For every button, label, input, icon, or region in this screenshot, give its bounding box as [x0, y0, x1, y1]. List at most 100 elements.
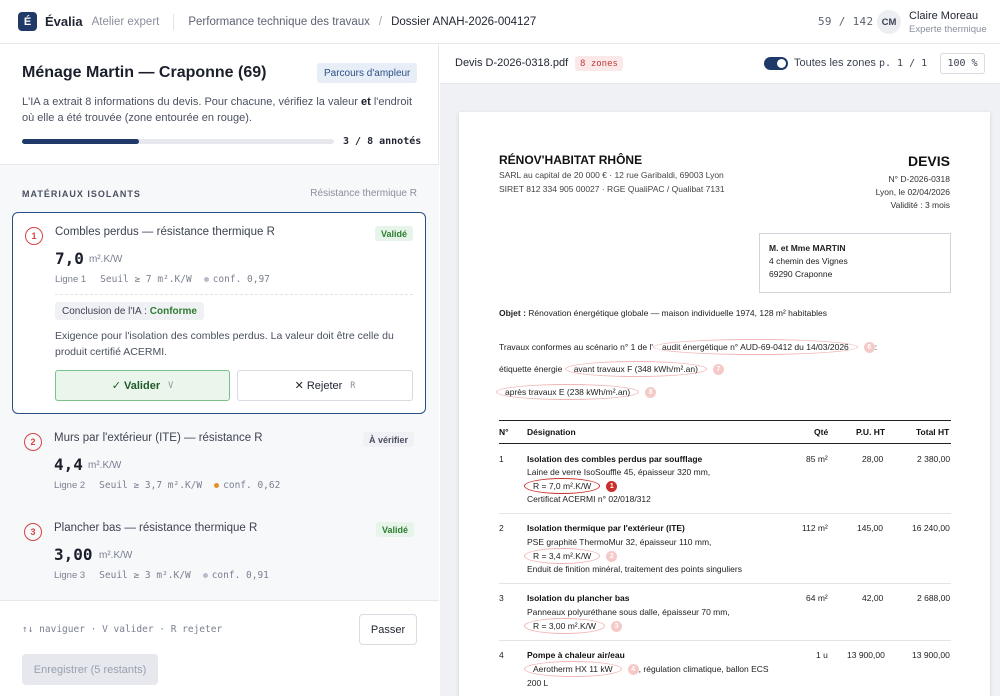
- zone-r-ite[interactable]: R = 3,4 m².K/W: [524, 548, 601, 564]
- item-title: Murs par l'extérieur (ITE) — résistance …: [54, 432, 263, 444]
- item-confidence: conf. 0,62: [223, 480, 281, 491]
- confidence-dot: [214, 483, 220, 488]
- row-divider: [499, 640, 951, 641]
- col-header-qty: Qté: [814, 427, 829, 437]
- item-unit: m².K/W: [88, 460, 122, 471]
- instructions: L'IA a extrait 8 informations du devis. …: [22, 96, 413, 124]
- ia-conclusion: Conclusion de l'IA : Conforme: [55, 302, 204, 320]
- item-title: Combles perdus — résistance thermique R: [55, 226, 275, 238]
- annotation-panel: Ménage Martin — Craponne (69) Parcours d…: [0, 44, 439, 696]
- save-button[interactable]: Enregistrer (5 restants): [22, 654, 158, 685]
- breadcrumb-separator: /: [378, 15, 383, 28]
- item-meta: Ligne 3 Seuil ≥ 3 m².K/W conf. 0,91: [54, 570, 269, 581]
- document-page: RÉNOV'HABITAT RHÔNE SARL au capital de 2…: [459, 112, 990, 696]
- item-line: Ligne 2: [54, 480, 86, 491]
- after-line: après travaux E (238 kWh/m².an) 8: [496, 384, 657, 400]
- item-title: Plancher bas — résistance thermique R: [54, 522, 258, 534]
- progress-label: 3 / 8 annotés: [343, 136, 422, 147]
- progress-bar: [22, 139, 334, 144]
- item-meta: Ligne 2 Seuil ≥ 3,7 m².K/W conf. 0,62: [54, 480, 280, 491]
- scenario-line: Travaux conformes au scénario n° 1 de l'…: [499, 339, 877, 355]
- page-indicator: p. 1 / 1: [879, 58, 928, 69]
- col-header-designation: Désignation: [527, 427, 576, 437]
- zone-number: 6: [863, 342, 875, 354]
- keyboard-hint: ↑↓ naviguer · V valider · R rejeter: [22, 624, 223, 635]
- company-line-2: SIRET 812 334 905 00027 · RGE QualiPAC /…: [499, 184, 725, 194]
- item-line: Ligne 3: [54, 570, 86, 581]
- shortcut-v: V: [168, 380, 174, 391]
- devis-validity: Validité : 3 mois: [890, 200, 950, 210]
- parcours-badge: Parcours d'ampleur: [317, 63, 418, 83]
- zone-audit[interactable]: audit énergétique n° AUD-69-0412 du 14/0…: [653, 339, 858, 355]
- validate-button[interactable]: ✓ Valider V: [55, 370, 230, 401]
- zone-etiquette-apres[interactable]: après travaux E (238 kWh/m².an): [496, 384, 640, 400]
- item-meta: Ligne 1 Seuil ≥ 7 m².K/W conf. 0,97: [55, 274, 270, 285]
- items-list: MATÉRIAUX ISOLANTS Résistance thermique …: [0, 165, 439, 600]
- zone-number: 3: [611, 621, 623, 633]
- dossier-counter: 59 / 142: [818, 15, 874, 28]
- progress-fill: [22, 139, 139, 144]
- confidence-dot: [202, 573, 208, 578]
- table-top-rule: [499, 420, 951, 421]
- status-badge: Validé: [374, 226, 413, 241]
- item-ite[interactable]: 2 Murs par l'extérieur (ITE) — résistanc…: [12, 419, 426, 499]
- company-name: RÉNOV'HABITAT RHÔNE: [499, 153, 643, 167]
- ia-explanation: Exigence pour l'isolation des combles pe…: [55, 330, 394, 358]
- col-header-pu: P.U. HT: [856, 427, 886, 437]
- user-role: Experte thermique: [909, 24, 987, 35]
- item-value: 7,0: [55, 249, 84, 268]
- skip-button[interactable]: Passer: [359, 614, 417, 645]
- section-title: MATÉRIAUX ISOLANTS: [22, 189, 141, 199]
- col-header-total: Total HT: [916, 427, 950, 437]
- item-unit: m².K/W: [99, 550, 133, 561]
- brand-name[interactable]: Évalia: [45, 14, 83, 29]
- item-confidence: conf. 0,97: [212, 274, 270, 285]
- reject-button[interactable]: ✕ Rejeter R: [237, 370, 413, 401]
- item-threshold: Seuil ≥ 3,7 m².K/W: [99, 480, 203, 491]
- brand-subtitle: Atelier expert: [91, 15, 160, 28]
- objet-line: Objet : Rénovation énergétique globale —…: [499, 308, 827, 318]
- item-line: Ligne 1: [55, 274, 87, 285]
- document-viewer: Devis D-2026-0318.pdf 8 zones Toutes les…: [440, 44, 1000, 696]
- devis-title: DEVIS: [907, 153, 950, 169]
- zones-toggle-label[interactable]: Toutes les zones: [794, 57, 876, 69]
- zone-number: 1: [606, 481, 618, 493]
- zone-r-plancher[interactable]: R = 3,00 m².K/W: [524, 618, 606, 634]
- client-address: M. et Mme MARTIN 4 chemin des Vignes 692…: [759, 233, 951, 293]
- table-header-rule: [499, 443, 951, 444]
- zone-r-combles[interactable]: R = 7,0 m².K/W: [524, 478, 601, 494]
- avatar[interactable]: CM: [877, 10, 901, 34]
- breadcrumb-performance[interactable]: Performance technique des travaux: [188, 16, 370, 28]
- item-threshold: Seuil ≥ 7 m².K/W: [100, 274, 192, 285]
- item-threshold: Seuil ≥ 3 m².K/W: [99, 570, 191, 581]
- zones-toggle[interactable]: [764, 57, 788, 70]
- status-badge: Validé: [375, 522, 414, 537]
- zone-etiquette-avant[interactable]: avant travaux F (348 kWh/m².an): [564, 361, 707, 377]
- app-logo[interactable]: É: [18, 12, 37, 31]
- document-name: Devis D-2026-0318.pdf: [455, 57, 569, 69]
- row-divider: [499, 513, 951, 514]
- item-plancher[interactable]: 3 Plancher bas — résistance thermique R …: [12, 509, 426, 589]
- zone-number: 4: [627, 664, 639, 676]
- item-number: 1: [25, 227, 43, 245]
- item-value: 3,00: [54, 545, 93, 564]
- devis-number: N° D-2026-0318: [888, 174, 950, 184]
- viewer-toolbar: Devis D-2026-0318.pdf 8 zones Toutes les…: [440, 44, 1000, 84]
- zone-number: 7: [712, 364, 724, 376]
- panel-footer: ↑↓ naviguer · V valider · R rejeter Pass…: [0, 600, 439, 696]
- item-value: 4,4: [54, 455, 83, 474]
- zoom-field[interactable]: 100 %: [940, 53, 985, 74]
- user-name[interactable]: Claire Moreau: [909, 10, 978, 22]
- item-number: 3: [24, 523, 42, 541]
- shortcut-r: R: [350, 380, 356, 391]
- row-divider: [499, 583, 951, 584]
- item-combles[interactable]: 1 Combles perdus — résistance thermique …: [12, 212, 426, 414]
- header-divider: [173, 13, 175, 30]
- case-title: Ménage Martin — Craponne (69): [22, 64, 267, 81]
- devis-date: Lyon, le 02/04/2026: [875, 187, 950, 197]
- confidence-dot: [203, 277, 209, 282]
- dashed-divider: [55, 294, 413, 295]
- item-confidence: conf. 0,91: [211, 570, 269, 581]
- zone-pac-model[interactable]: Aerotherm HX 11 kW: [524, 661, 622, 677]
- item-unit: m².K/W: [89, 254, 123, 265]
